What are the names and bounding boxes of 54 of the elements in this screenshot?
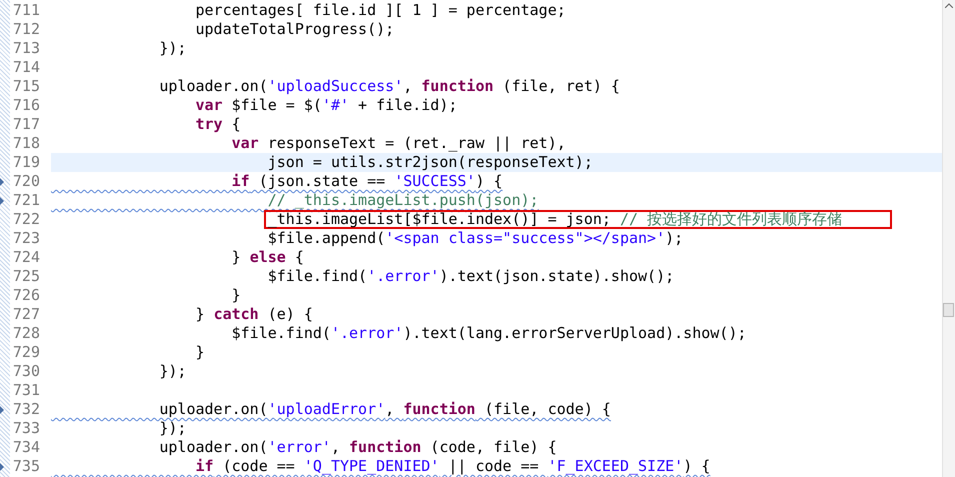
code-line: });	[158, 39, 188, 58]
line-number: 712	[12, 20, 41, 39]
line-number: 718	[12, 134, 41, 153]
line-number: 723	[12, 229, 41, 248]
code-line: uploader.on('uploadSuccess', function (file, ret) {	[158, 77, 621, 96]
code-line: // _this.imageList.push(json);	[266, 191, 540, 210]
line-number: 711	[12, 1, 41, 20]
line-number: 734	[12, 438, 41, 457]
line-number: 720	[12, 172, 41, 191]
line-number: 728	[12, 324, 41, 343]
warning-marker-icon	[0, 462, 4, 470]
line-number: 732	[12, 400, 41, 419]
code-line: } catch (e) {	[194, 305, 314, 324]
scroll-up-icon[interactable]	[945, 3, 953, 8]
line-number: 725	[12, 267, 41, 286]
line-number: 724	[12, 248, 41, 267]
line-number: 726	[12, 286, 41, 305]
line-number: 729	[12, 343, 41, 362]
code-line: } else {	[230, 248, 305, 267]
line-number: 721	[12, 191, 41, 210]
code-line: updateTotalProgress();	[194, 20, 396, 39]
line-number: 714	[12, 58, 41, 77]
line-number: 722	[12, 210, 41, 229]
code-line: $file.find('.error').text(lang.errorServerUpload).show();	[230, 324, 748, 343]
line-number: 715	[12, 77, 41, 96]
code-line: if (code == 'Q_TYPE_DENIED' || code == 'F_EXCEED_SIZE') {	[194, 457, 712, 476]
annotation-box: _this.imageList[$file.index()] = json; // 按选择好的文件列表顺序存储	[264, 210, 892, 229]
code-line: });	[158, 362, 188, 381]
code-line: });	[158, 419, 188, 438]
code-line: $file.append('<span class="success"></span>');	[266, 229, 684, 248]
warning-marker-icon	[0, 178, 4, 186]
scrollbar-thumb[interactable]	[943, 303, 954, 317]
code-line: percentages[ file.id ][ 1 ] = percentage;	[194, 1, 567, 20]
line-number: 730	[12, 362, 41, 381]
line-number: 719	[12, 153, 41, 172]
code-line: try {	[194, 115, 242, 134]
line-number: 716	[12, 96, 41, 115]
code-line: }	[230, 286, 242, 305]
code-line: var responseText = (ret._raw || ret),	[230, 134, 567, 153]
line-number: 717	[12, 115, 41, 134]
warning-marker-icon	[0, 406, 4, 414]
line-number: 733	[12, 419, 41, 438]
code-line: uploader.on('error', function (code, file) {	[158, 438, 558, 457]
code-line: }	[194, 343, 206, 362]
scrollbar[interactable]	[942, 0, 955, 477]
line-number: 731	[12, 381, 41, 400]
code-line: uploader.on('uploadError', function (file, code) {	[158, 400, 612, 419]
line-number: 735	[12, 457, 41, 476]
code-line: var $file = $('#' + file.id);	[194, 96, 458, 115]
code-line: if (json.state == 'SUCCESS') {	[230, 172, 504, 191]
code-line: $file.find('.error').text(json.state).show();	[266, 267, 676, 286]
warning-marker-icon	[0, 196, 4, 204]
line-number: 713	[12, 39, 41, 58]
line-number: 727	[12, 305, 41, 324]
